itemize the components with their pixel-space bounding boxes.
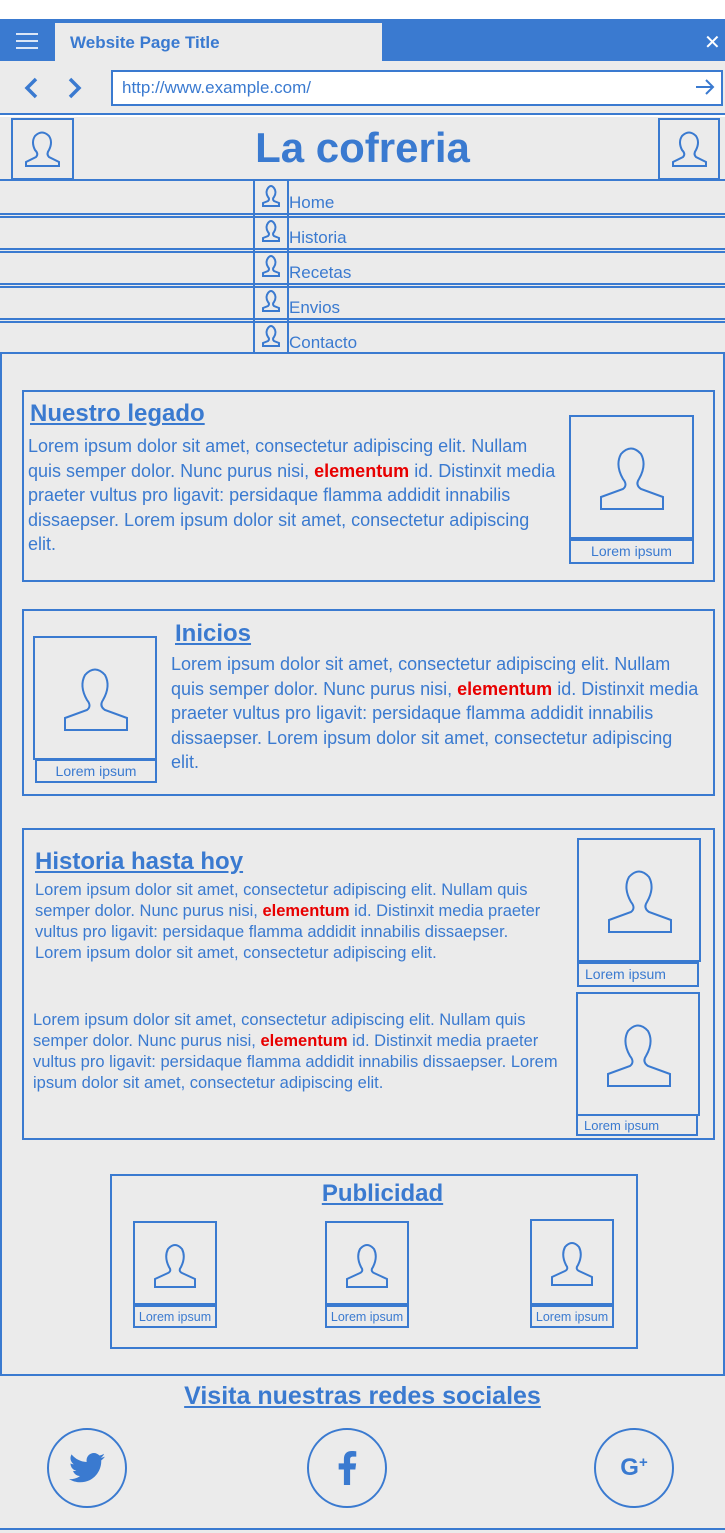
image-caption-historia-1: Lorem ipsum [577, 962, 699, 987]
section-title-historia: Historia hasta hoy [35, 848, 244, 875]
hamburger-menu-icon[interactable] [16, 33, 38, 49]
ad-image [325, 1221, 409, 1305]
nav-item-recetas[interactable]: Recetas [253, 251, 351, 288]
image-placeholder-inicios [33, 636, 157, 760]
ad-item[interactable]: Lorem ipsum [530, 1219, 614, 1328]
user-icon [262, 255, 280, 277]
image-caption-inicios: Lorem ipsum [35, 759, 157, 783]
image-caption-legado: Lorem ipsum [569, 539, 694, 564]
ad-item[interactable]: Lorem ipsum [325, 1221, 409, 1328]
user-icon [551, 1242, 593, 1286]
user-icon [64, 668, 128, 731]
nav-label-envios: Envios [289, 298, 341, 317]
back-icon[interactable] [22, 76, 40, 105]
go-arrow-icon[interactable] [694, 77, 716, 102]
nav-label-home: Home [289, 193, 335, 212]
twitter-icon [69, 1453, 105, 1483]
nav-divider [0, 251, 725, 253]
nav-divider [0, 283, 725, 285]
ad-caption: Lorem ipsum [133, 1305, 217, 1328]
highlight-text: elementum [457, 678, 553, 699]
section-text-legado: Lorem ipsum dolor sit amet, consectetur … [28, 436, 556, 554]
footer-divider [0, 1528, 725, 1530]
url-input[interactable]: http://www.example.com/ [111, 70, 723, 106]
nav-divider [0, 216, 725, 218]
nav-divider [0, 213, 725, 215]
section-title-publicidad: Publicidad [321, 1180, 444, 1207]
user-icon [262, 185, 280, 207]
user-icon [607, 1024, 671, 1087]
user-icon [608, 870, 672, 933]
user-icon [262, 325, 280, 347]
google-plus-button[interactable]: G+ [594, 1428, 674, 1508]
ad-image [530, 1219, 614, 1305]
header-right-user-icon[interactable] [658, 118, 720, 180]
nav-divider [0, 318, 725, 320]
image-placeholder-legado [569, 415, 694, 539]
highlight-text: elementum [262, 902, 350, 920]
user-icon [154, 1244, 196, 1288]
nav-item-historia[interactable]: Historia [253, 216, 347, 253]
tab-title: Website Page Title [70, 33, 220, 52]
highlight-text: elementum [260, 1032, 348, 1050]
nav-divider [0, 248, 725, 250]
section-text-inicios: Lorem ipsum dolor sit amet, consectetur … [171, 654, 699, 772]
nav-divider [0, 286, 725, 288]
user-icon [346, 1244, 388, 1288]
section-title-legado: Nuestro legado [30, 400, 205, 427]
forward-icon[interactable] [66, 76, 84, 105]
footer-title: Visita nuestras redes sociales [184, 1382, 541, 1410]
close-icon[interactable]: ✕ [704, 30, 721, 55]
section-title-inicios: Inicios [175, 620, 252, 647]
facebook-button[interactable] [307, 1428, 387, 1508]
ad-image [133, 1221, 217, 1305]
user-icon [600, 447, 664, 510]
highlight-text: elementum [314, 460, 410, 481]
user-icon [262, 220, 280, 242]
image-caption-historia-2: Lorem ipsum [576, 1114, 698, 1136]
nav-label-contacto: Contacto [289, 333, 358, 352]
section-text-historia-1: Lorem ipsum dolor sit amet, consectetur … [35, 881, 541, 962]
image-placeholder-historia-2 [576, 992, 700, 1116]
ad-caption: Lorem ipsum [530, 1305, 614, 1328]
google-plus-icon: G+ [620, 1454, 648, 1481]
nav-item-home[interactable]: Home [253, 181, 334, 218]
nav-divider [0, 179, 725, 181]
site-title: La cofreria [255, 124, 470, 171]
user-icon [262, 290, 280, 312]
nav-label-historia: Historia [289, 228, 347, 247]
nav-divider [0, 321, 725, 323]
nav-label-recetas: Recetas [289, 263, 352, 282]
image-placeholder-historia-1 [577, 838, 701, 962]
section-text-historia-2: Lorem ipsum dolor sit amet, consectetur … [33, 1011, 558, 1092]
facebook-icon [338, 1451, 357, 1485]
ad-caption: Lorem ipsum [325, 1305, 409, 1328]
twitter-button[interactable] [47, 1428, 127, 1508]
nav-item-envios[interactable]: Envios [253, 286, 340, 323]
ad-item[interactable]: Lorem ipsum [133, 1221, 217, 1328]
